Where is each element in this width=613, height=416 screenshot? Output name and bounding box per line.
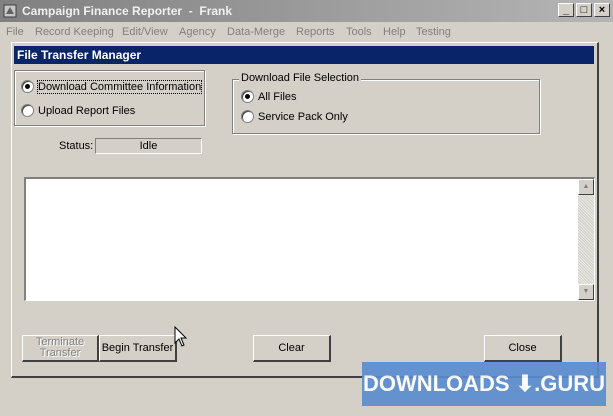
begin-transfer-button[interactable]: Begin Transfer	[99, 335, 177, 362]
menu-testing[interactable]: Testing	[416, 26, 451, 38]
terminate-transfer-button[interactable]: Terminate Transfer	[22, 335, 99, 362]
close-window-button[interactable]: ×	[594, 3, 610, 17]
transfer-log-area[interactable]: ▲ ▼	[24, 177, 595, 301]
radio-unselected-icon	[21, 104, 34, 117]
scroll-up-icon[interactable]: ▲	[578, 179, 594, 195]
menu-edit-view[interactable]: Edit/View	[122, 26, 168, 38]
maximize-button[interactable]: □	[576, 3, 592, 17]
watermark-banner: DOWNLOADS ⬇.GURU	[362, 362, 606, 406]
menu-tools[interactable]: Tools	[346, 26, 372, 38]
radio-label: Download Committee Information	[36, 79, 203, 94]
mouse-cursor-icon	[174, 326, 188, 347]
radio-selected-icon	[241, 90, 254, 103]
log-scrollbar[interactable]: ▲ ▼	[578, 179, 594, 300]
radio-selected-icon	[21, 80, 34, 93]
app-icon	[3, 4, 17, 18]
minimize-button[interactable]: _	[558, 3, 574, 17]
status-value: Idle	[95, 138, 202, 154]
status-label: Status:	[59, 140, 94, 152]
radio-label: All Files	[258, 90, 297, 103]
radio-all-files[interactable]: All Files	[241, 90, 297, 103]
scroll-down-icon[interactable]: ▼	[578, 284, 594, 300]
menu-data-merge[interactable]: Data-Merge	[227, 26, 285, 38]
transfer-mode-group: Download Committee Information Upload Re…	[14, 70, 205, 126]
dialog-title-bar: File Transfer Manager	[14, 46, 594, 64]
dialog-title: File Transfer Manager	[17, 48, 142, 62]
file-transfer-manager-window: File Transfer Manager Download Committee…	[11, 42, 599, 378]
menu-bar: File Record Keeping Edit/View Agency Dat…	[0, 24, 613, 42]
app-title-bar: Campaign Finance Reporter - Frank _ □ ×	[0, 0, 613, 22]
menu-reports[interactable]: Reports	[296, 26, 335, 38]
menu-file[interactable]: File	[6, 26, 24, 38]
download-selection-group: Download File Selection All Files Servic…	[232, 72, 540, 134]
menu-help[interactable]: Help	[383, 26, 406, 38]
group-legend: Download File Selection	[239, 72, 362, 84]
terminate-line-2: Transfer	[39, 347, 81, 359]
radio-unselected-icon	[241, 110, 254, 123]
radio-service-pack[interactable]: Service Pack Only	[241, 110, 348, 123]
clear-button[interactable]: Clear	[253, 335, 331, 362]
radio-download-committee[interactable]: Download Committee Information	[21, 79, 203, 94]
radio-label: Service Pack Only	[258, 110, 348, 123]
app-title: Campaign Finance Reporter - Frank	[22, 4, 233, 18]
close-button[interactable]: Close	[484, 335, 562, 362]
menu-record-keeping[interactable]: Record Keeping	[35, 26, 114, 38]
menu-agency[interactable]: Agency	[179, 26, 216, 38]
radio-label: Upload Report Files	[38, 104, 136, 117]
radio-upload-report[interactable]: Upload Report Files	[21, 104, 135, 117]
